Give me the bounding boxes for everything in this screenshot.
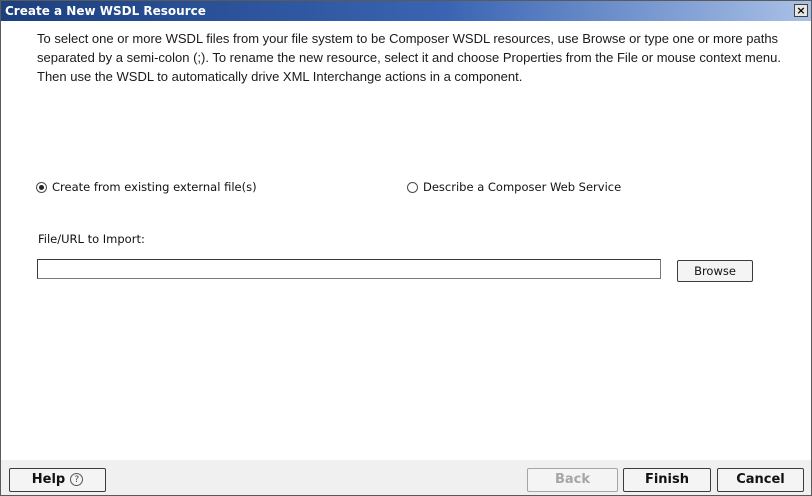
create-from-file-label[interactable]: Create from existing external file(s) [52, 180, 257, 194]
describe-service-label[interactable]: Describe a Composer Web Service [423, 180, 621, 194]
wsdl-resource-dialog: Create a New WSDL Resource × To select o… [0, 0, 812, 496]
create-from-file-radio[interactable] [36, 181, 47, 193]
browse-button[interactable]: Browse [677, 260, 753, 282]
describe-service-option[interactable]: Describe a Composer Web Service [407, 180, 621, 194]
help-button[interactable]: Help? [9, 468, 106, 492]
back-button[interactable]: Back [527, 468, 618, 492]
question-mark-icon: ? [70, 473, 84, 486]
file-url-label: File/URL to Import: [38, 232, 145, 246]
close-icon: × [796, 4, 806, 17]
dialog-title: Create a New WSDL Resource [5, 4, 206, 18]
describe-service-radio[interactable] [407, 181, 418, 193]
file-url-input[interactable] [37, 259, 661, 279]
instructions-text: To select one or more WSDL files from yo… [37, 31, 782, 84]
cancel-button[interactable]: Cancel [717, 468, 804, 492]
close-button[interactable]: × [794, 4, 808, 17]
title-bar: Create a New WSDL Resource × [1, 1, 811, 21]
finish-button[interactable]: Finish [623, 468, 711, 492]
create-from-file-option[interactable]: Create from existing external file(s) [36, 180, 257, 194]
help-label: Help [31, 472, 66, 487]
